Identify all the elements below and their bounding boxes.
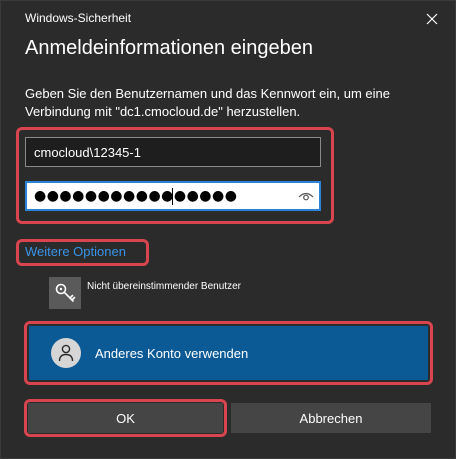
username-value: cmocloud\12345-1	[34, 145, 141, 160]
other-account-button[interactable]: Anderes Konto verwenden	[29, 326, 428, 380]
username-field[interactable]: cmocloud\12345-1	[25, 137, 321, 167]
more-options-link[interactable]: Weitere Optionen	[25, 244, 126, 259]
dialog-heading: Anmeldeinformationen eingeben	[25, 37, 313, 59]
dialog-description: Geben Sie den Benutzernamen und das Kenn…	[25, 86, 390, 119]
ok-button[interactable]: OK	[28, 403, 223, 433]
password-field[interactable]: ●●●●●●●●●●●●●●●●	[25, 181, 321, 211]
avatar	[51, 338, 81, 368]
cancel-button[interactable]: Abbrechen	[231, 403, 431, 433]
password-masked-value: ●●●●●●●●●●●●●●●●	[34, 188, 238, 204]
title-bar: Windows-Sicherheit	[1, 1, 455, 35]
key-tile	[49, 277, 81, 309]
mismatched-user-option[interactable]: Nicht übereinstimmender Benutzer	[49, 277, 309, 313]
key-icon	[55, 283, 76, 302]
window-title: Windows-Sicherheit	[25, 11, 132, 25]
other-account-label: Anderes Konto verwenden	[95, 346, 249, 361]
reveal-password-icon[interactable]	[298, 190, 314, 202]
text-caret	[172, 188, 173, 205]
credentials-dialog: Windows-Sicherheit Anmeldeinformationen …	[0, 0, 456, 459]
mismatched-user-label: Nicht übereinstimmender Benutzer	[87, 281, 241, 292]
close-button[interactable]	[415, 5, 449, 33]
user-icon	[58, 344, 74, 362]
close-icon	[426, 13, 438, 25]
